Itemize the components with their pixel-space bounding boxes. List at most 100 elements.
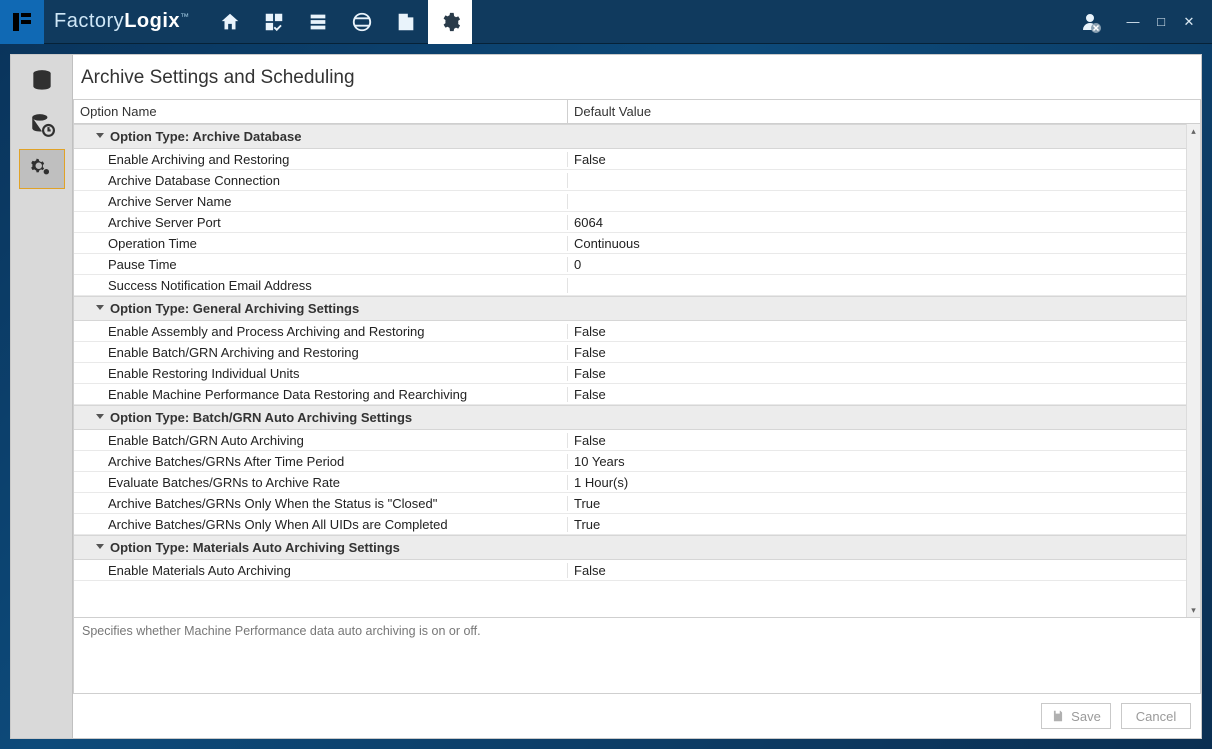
option-row[interactable]: Enable Assembly and Process Archiving an… [74, 321, 1186, 342]
option-name: Success Notification Email Address [74, 278, 568, 293]
option-name: Enable Assembly and Process Archiving an… [74, 324, 568, 339]
sidebar-item-database[interactable] [19, 61, 65, 101]
grid-body: Option Type: Archive DatabaseEnable Arch… [74, 124, 1200, 617]
column-default-value[interactable]: Default Value [568, 100, 1200, 123]
option-row[interactable]: Enable Machine Performance Data Restorin… [74, 384, 1186, 405]
gear-icon [439, 11, 461, 33]
vertical-scrollbar[interactable]: ▴ ▾ [1186, 124, 1200, 617]
option-row[interactable]: Archive Server Port6064 [74, 212, 1186, 233]
option-value[interactable]: False [568, 345, 1186, 360]
group-header[interactable]: Option Type: Archive Database [74, 124, 1186, 149]
user-menu[interactable] [1070, 10, 1110, 34]
collapse-icon [96, 305, 104, 310]
main-panel: Archive Settings and Scheduling Option N… [73, 55, 1201, 738]
globe-icon [351, 11, 373, 33]
nav-reports[interactable] [384, 0, 428, 44]
option-row[interactable]: Enable Materials Auto ArchivingFalse [74, 560, 1186, 581]
option-row[interactable]: Archive Batches/GRNs After Time Period10… [74, 451, 1186, 472]
option-row[interactable]: Enable Restoring Individual UnitsFalse [74, 363, 1186, 384]
option-value[interactable]: False [568, 387, 1186, 402]
group-label: Option Type: Batch/GRN Auto Archiving Se… [110, 410, 412, 425]
option-value[interactable]: False [568, 433, 1186, 448]
option-value[interactable]: False [568, 324, 1186, 339]
app-logo-tile [0, 0, 44, 44]
option-row[interactable]: Pause Time0 [74, 254, 1186, 275]
option-name: Archive Batches/GRNs Only When All UIDs … [74, 517, 568, 532]
user-badge-icon [1078, 10, 1102, 34]
option-description: Specifies whether Machine Performance da… [73, 618, 1201, 694]
scroll-down-icon[interactable]: ▾ [1191, 603, 1196, 617]
option-name: Archive Batches/GRNs After Time Period [74, 454, 568, 469]
nav-home[interactable] [208, 0, 252, 44]
close-button[interactable]: ✕ [1182, 14, 1196, 30]
option-row[interactable]: Archive Server Name [74, 191, 1186, 212]
client-area: Archive Settings and Scheduling Option N… [10, 54, 1202, 739]
nav-archive[interactable] [296, 0, 340, 44]
option-row[interactable]: Archive Batches/GRNs Only When the Statu… [74, 493, 1186, 514]
option-row[interactable]: Success Notification Email Address [74, 275, 1186, 296]
brand-part-b: Logix [124, 10, 180, 32]
column-option-name[interactable]: Option Name [74, 100, 568, 123]
save-button-label: Save [1071, 709, 1101, 724]
option-name: Enable Batch/GRN Archiving and Restoring [74, 345, 568, 360]
top-nav [208, 0, 472, 44]
group-header[interactable]: Option Type: Batch/GRN Auto Archiving Se… [74, 405, 1186, 430]
group-header[interactable]: Option Type: Materials Auto Archiving Se… [74, 535, 1186, 560]
maximize-button[interactable]: □ [1154, 14, 1168, 30]
option-value[interactable]: Continuous [568, 236, 1186, 251]
collapse-icon [96, 544, 104, 549]
gears-icon [29, 156, 55, 182]
option-name: Pause Time [74, 257, 568, 272]
option-row[interactable]: Operation TimeContinuous [74, 233, 1186, 254]
brand-part-a: Factory [54, 10, 124, 32]
option-value[interactable]: False [568, 563, 1186, 578]
option-value[interactable]: 6064 [568, 215, 1186, 230]
option-name: Archive Server Port [74, 215, 568, 230]
cancel-button-label: Cancel [1136, 709, 1176, 724]
group-header[interactable]: Option Type: General Archiving Settings [74, 296, 1186, 321]
option-name: Archive Database Connection [74, 173, 568, 188]
sidebar [11, 55, 73, 738]
minimize-button[interactable]: — [1126, 14, 1140, 30]
window-controls: — □ ✕ [1110, 14, 1212, 30]
option-name: Enable Archiving and Restoring [74, 152, 568, 167]
option-name: Enable Restoring Individual Units [74, 366, 568, 381]
option-row[interactable]: Archive Batches/GRNs Only When All UIDs … [74, 514, 1186, 535]
option-value[interactable]: True [568, 517, 1186, 532]
option-row[interactable]: Evaluate Batches/GRNs to Archive Rate1 H… [74, 472, 1186, 493]
option-value[interactable]: 10 Years [568, 454, 1186, 469]
option-row[interactable]: Enable Archiving and RestoringFalse [74, 149, 1186, 170]
option-value[interactable]: 0 [568, 257, 1186, 272]
nav-globe[interactable] [340, 0, 384, 44]
titlebar: FactoryLogix™ — □ ✕ [0, 0, 1212, 44]
database-icon [29, 68, 55, 94]
home-icon [219, 11, 241, 33]
save-icon [1051, 709, 1065, 723]
grid-header: Option Name Default Value [74, 100, 1200, 124]
option-name: Enable Machine Performance Data Restorin… [74, 387, 568, 402]
scroll-up-icon[interactable]: ▴ [1191, 124, 1196, 138]
app-logo-icon [10, 10, 34, 34]
option-row[interactable]: Archive Database Connection [74, 170, 1186, 191]
collapse-icon [96, 133, 104, 138]
nav-settings[interactable] [428, 0, 472, 44]
option-row[interactable]: Enable Batch/GRN Archiving and Restoring… [74, 342, 1186, 363]
app-brand: FactoryLogix™ [54, 10, 190, 33]
sidebar-item-schedule[interactable] [19, 105, 65, 145]
database-clock-icon [29, 112, 55, 138]
save-button[interactable]: Save [1041, 703, 1111, 729]
option-row[interactable]: Enable Batch/GRN Auto ArchivingFalse [74, 430, 1186, 451]
cancel-button[interactable]: Cancel [1121, 703, 1191, 729]
option-value[interactable]: False [568, 152, 1186, 167]
option-name: Enable Batch/GRN Auto Archiving [74, 433, 568, 448]
option-name: Archive Batches/GRNs Only When the Statu… [74, 496, 568, 511]
option-value[interactable]: 1 Hour(s) [568, 475, 1186, 490]
option-value[interactable]: True [568, 496, 1186, 511]
footer: Save Cancel [73, 694, 1201, 738]
sidebar-item-settings[interactable] [19, 149, 65, 189]
nav-tasks[interactable] [252, 0, 296, 44]
page-title: Archive Settings and Scheduling [73, 55, 1201, 99]
collapse-icon [96, 414, 104, 419]
option-name: Enable Materials Auto Archiving [74, 563, 568, 578]
option-value[interactable]: False [568, 366, 1186, 381]
